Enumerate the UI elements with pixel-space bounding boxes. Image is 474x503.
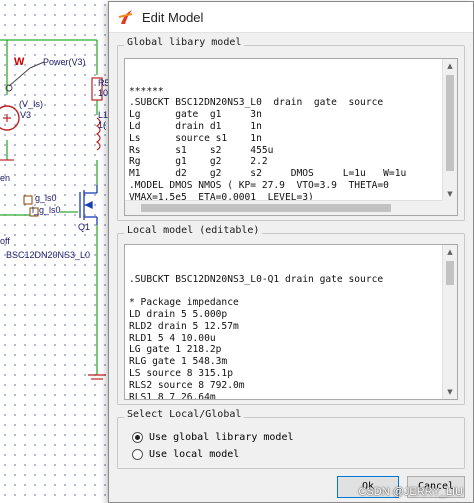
global-hscroll-thumb[interactable] xyxy=(141,204,391,212)
local-model-editor[interactable]: .SUBCKT BSC12DN20NS3_L0-Q1 drain gate so… xyxy=(124,244,458,400)
global-vertical-scrollbar[interactable]: ▲ ▼ xyxy=(442,59,457,215)
local-model-line: .SUBCKT BSC12DN20NS3_L0-Q1 drain gate so… xyxy=(129,273,384,285)
scroll-up-icon[interactable]: ▲ xyxy=(443,59,457,73)
v-is-label: (V_Is) xyxy=(19,99,44,109)
local-model-line: LG gate 1 218.2p xyxy=(129,344,222,356)
local-model-line: RLS2 source 8 792.0m xyxy=(129,379,245,391)
off-label: off xyxy=(0,236,10,246)
select-model-group: Select Local/Global Use global library m… xyxy=(117,409,465,469)
global-model-line: Rs s1 s2 455u xyxy=(129,144,274,156)
global-model-line: ****** xyxy=(129,85,164,97)
watermark-text: CSDN @JERRY_LIU xyxy=(358,486,464,498)
global-model-line: Ld drain d1 1n xyxy=(129,120,262,132)
local-model-group-title: Local model (editable) xyxy=(124,225,263,236)
radio-selected-icon[interactable] xyxy=(132,432,143,443)
local-model-line: RLG gate 1 548.3m xyxy=(129,356,228,368)
local-model-line: RLD2 drain 5 12.57m xyxy=(129,320,239,332)
global-model-group: Global libary model ****** .SUBCKT BSC12D… xyxy=(117,37,465,221)
global-horizontal-scrollbar[interactable]: ◀ ▶ xyxy=(125,200,443,215)
select-model-group-title: Select Local/Global xyxy=(124,409,245,420)
dialog-titlebar[interactable]: Edit Model xyxy=(109,2,473,33)
use-local-label[interactable]: Use local model xyxy=(149,449,239,460)
part-name-label: BSC12DN20NS3_L0 xyxy=(6,250,91,260)
scroll-up-icon[interactable]: ▲ xyxy=(443,245,457,259)
power-source-label: Power(V3) xyxy=(43,57,86,67)
probe-marker-label: W xyxy=(14,56,25,68)
dialog-title: Edit Model xyxy=(142,9,204,25)
net-flag-gate-top: g_ls0 xyxy=(35,193,57,203)
local-model-line xyxy=(129,285,457,297)
global-scroll-thumb[interactable] xyxy=(446,75,454,171)
enable-label: en xyxy=(0,173,11,183)
inductor-label: L1 xyxy=(98,110,109,120)
scroll-corner xyxy=(443,201,457,215)
v3-label: V3 xyxy=(20,110,32,120)
local-model-line: RLD1 5 4 10.00u xyxy=(129,332,216,344)
local-model-line: * Package impedance xyxy=(129,297,239,309)
global-model-line: Ls source s1 1n xyxy=(129,132,262,144)
local-model-line: LD drain 5 5.000p xyxy=(129,308,228,320)
global-model-line: Lg gate g1 3n xyxy=(129,109,262,121)
global-model-line: Rg g1 g2 2.2 xyxy=(129,156,268,168)
use-global-label[interactable]: Use global library model xyxy=(149,432,294,443)
scroll-down-icon[interactable]: ▼ xyxy=(443,187,457,201)
global-model-line: .MODEL MVDR NMOS (KP=32.18 VTO=-1 LAMBDA… xyxy=(129,215,457,216)
use-local-radio[interactable]: Use local model xyxy=(132,449,239,460)
scroll-down-icon[interactable]: ▼ xyxy=(443,385,457,399)
net-flag-gate-bottom: l_g_ls0 xyxy=(32,205,61,215)
global-model-group-title: Global libary model xyxy=(124,37,245,48)
edit-model-logo-icon xyxy=(118,10,133,24)
inductor-value: 1( xyxy=(98,120,107,130)
radio-unselected-icon[interactable] xyxy=(132,449,143,460)
local-vertical-scrollbar[interactable]: ▲ ▼ xyxy=(442,245,457,399)
local-model-line: LS source 8 315.1p xyxy=(129,367,233,379)
global-model-line: .MODEL DMOS NMOS ( KP= 27.9 VTO=3.9 THET… xyxy=(129,179,389,191)
global-model-lines: ****** .SUBCKT BSC12DN20NS3_L0 drain gate… xyxy=(129,85,457,216)
local-model-group: Local model (editable) .SUBCKT BSC12DN20… xyxy=(117,225,465,405)
use-global-radio[interactable]: Use global library model xyxy=(132,432,294,443)
edit-model-dialog: Edit Model Global libary model ****** .SU… xyxy=(108,1,474,503)
local-model-line: RLS1 8 7 26.64m xyxy=(129,391,216,400)
local-model-lines: .SUBCKT BSC12DN20NS3_L0-Q1 drain gate so… xyxy=(129,273,457,400)
local-scroll-thumb[interactable] xyxy=(446,261,454,285)
global-model-text[interactable]: ****** .SUBCKT BSC12DN20NS3_L0 drain gate… xyxy=(124,58,458,216)
global-model-line: .SUBCKT BSC12DN20NS3_L0 drain gate sourc… xyxy=(129,97,384,109)
global-model-line: M1 d2 g2 s2 DMOS L=1u W=1u xyxy=(129,168,407,180)
q1-label: Q1 xyxy=(78,222,91,232)
